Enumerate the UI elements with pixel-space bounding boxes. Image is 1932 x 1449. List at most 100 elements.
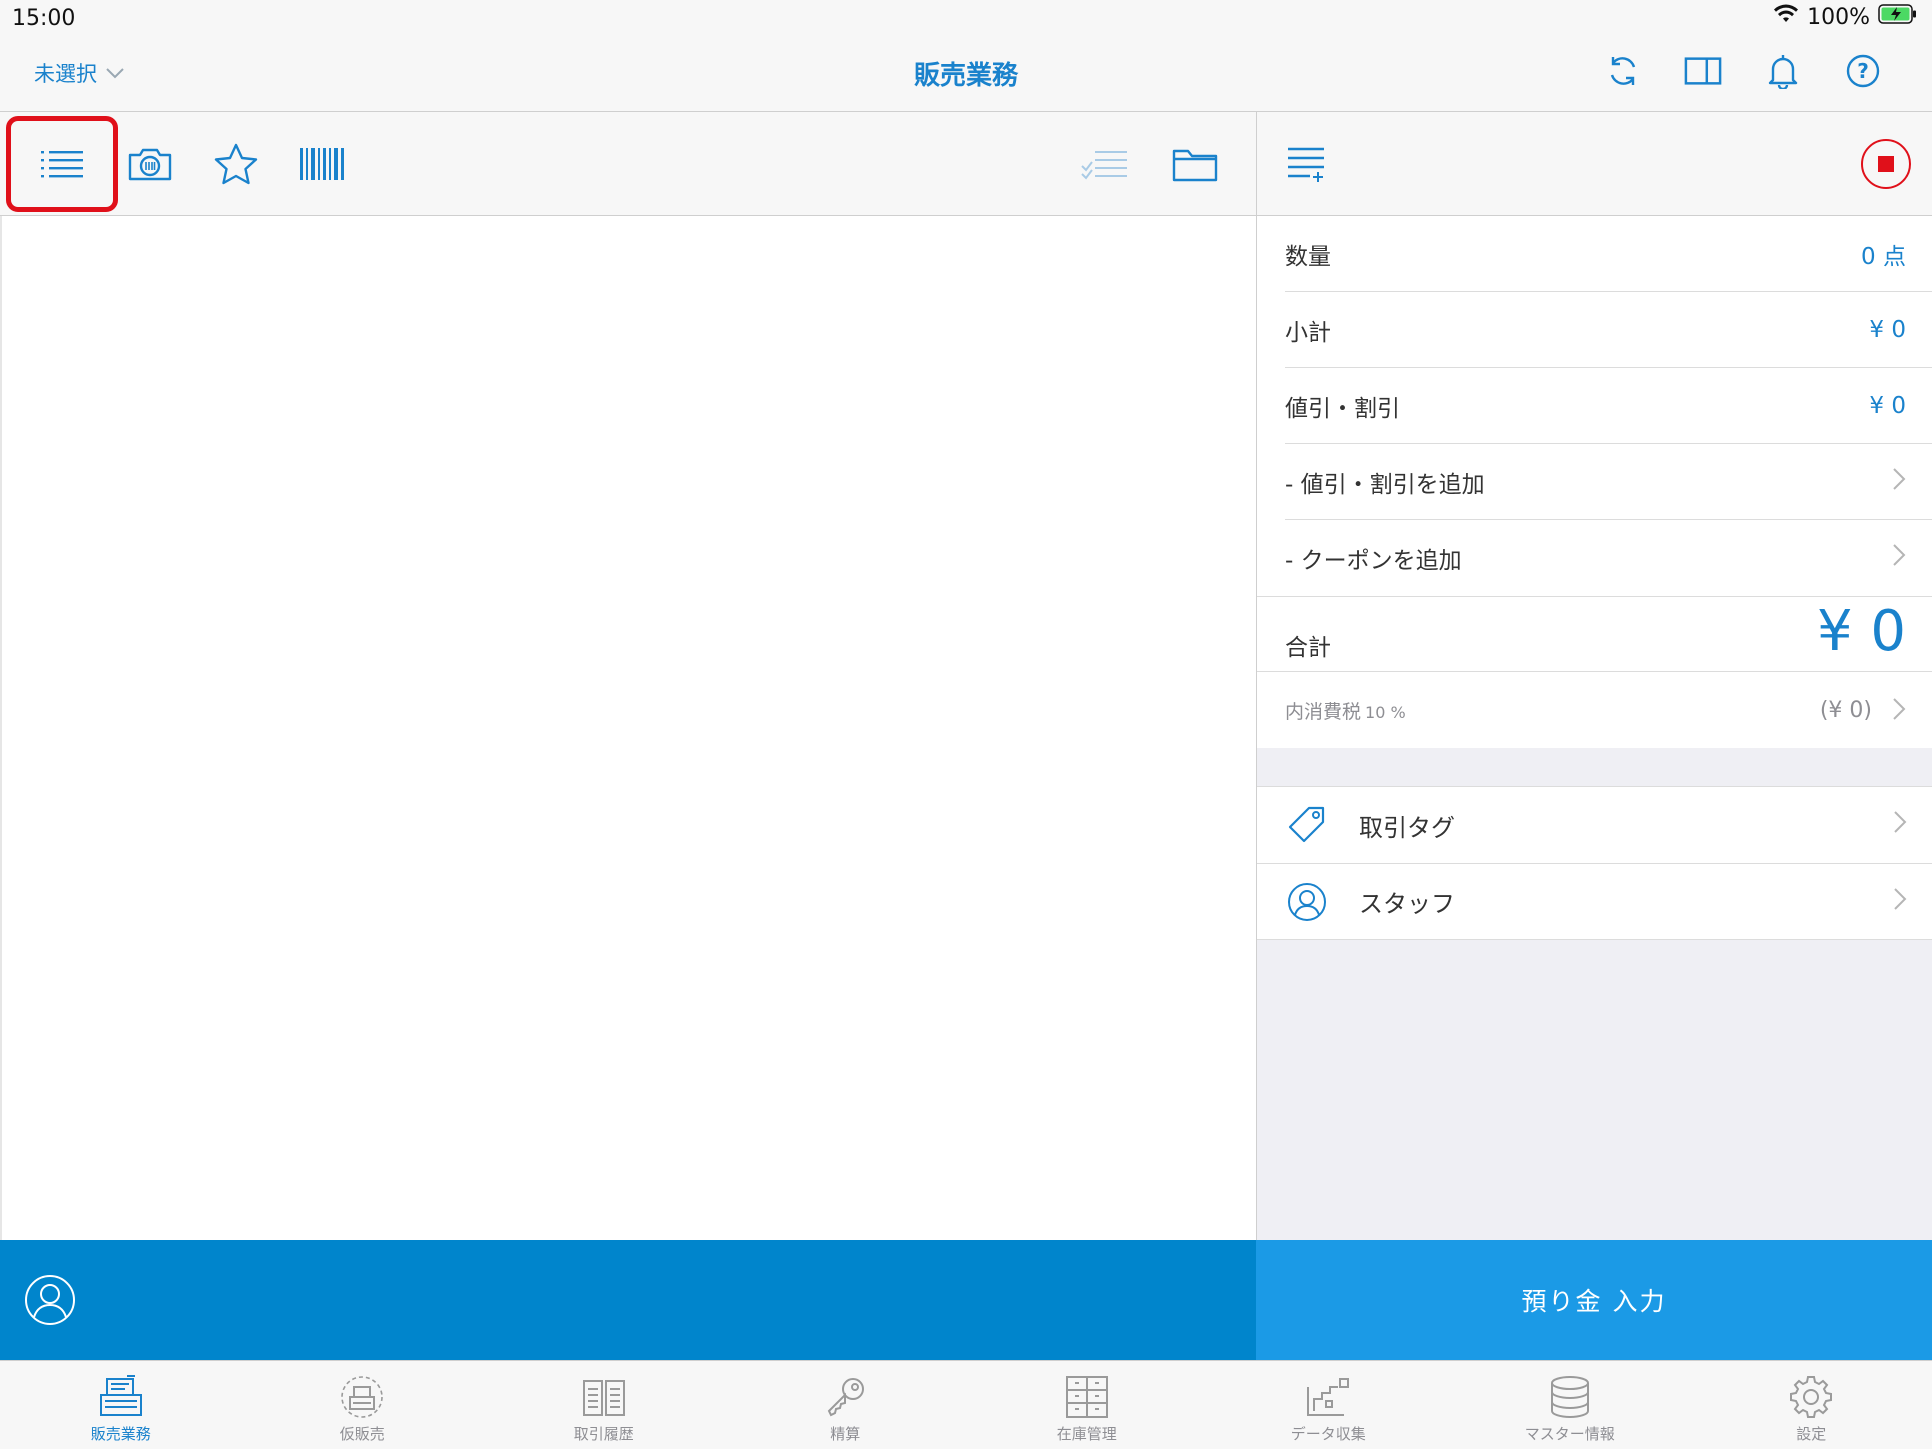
summary-section: 数量 0 点 小計 ¥ 0 値引・割引 ¥ 0 - 値引・割引を追加 - クーポ… <box>1257 216 1932 748</box>
cart-toolbar <box>1256 112 1932 216</box>
staff-label: スタッフ <box>1359 890 1455 918</box>
add-discount-label: - 値引・割引を追加 <box>1285 471 1485 498</box>
tab-settlement[interactable]: 精算 <box>725 1361 967 1449</box>
add-coupon-label: - クーポンを追加 <box>1285 548 1462 574</box>
quantity-label: 数量 <box>1285 243 1331 270</box>
register-icon <box>99 1375 142 1416</box>
temp-sale-icon <box>341 1376 384 1418</box>
list-add-icon <box>1288 147 1324 182</box>
help-button[interactable]: ? <box>1844 52 1882 90</box>
discount-value: ¥ 0 <box>1869 392 1906 419</box>
list-icon <box>41 151 83 178</box>
chevron-right-icon <box>1893 468 1906 490</box>
tab-settings[interactable]: 設定 <box>1691 1361 1932 1449</box>
customer-bar <box>0 1240 1256 1360</box>
camera-icon <box>128 148 172 181</box>
camera-scan-button[interactable] <box>120 112 180 216</box>
store-selector-label: 未選択 <box>34 62 97 86</box>
tab-bar: 販売業務 仮販売 取引履歴 精算 在庫管理 データ収集 マスター情報 設定 <box>0 1360 1932 1449</box>
tab-label: 販売業務 <box>90 1425 151 1443</box>
staff-icon <box>1288 883 1326 921</box>
tab-master-info[interactable]: マスター情報 <box>1449 1361 1691 1449</box>
battery-charging-icon <box>1878 4 1918 30</box>
help-icon: ? <box>1846 54 1880 88</box>
stop-button[interactable] <box>1857 112 1915 216</box>
checklist-button[interactable] <box>1076 112 1132 216</box>
battery-percent: 100% <box>1807 4 1870 30</box>
staff-row[interactable]: スタッフ <box>1257 863 1932 939</box>
total-value: ¥ 0 <box>1816 599 1906 664</box>
deposit-input-button[interactable]: 預り金 入力 <box>1256 1240 1932 1360</box>
tax-rate: 10 % <box>1365 702 1406 722</box>
tax-row[interactable]: 内消費税 10 % (¥ 0) <box>1285 672 1932 748</box>
notification-button[interactable] <box>1764 52 1802 90</box>
tax-label: 内消費税 <box>1285 700 1362 723</box>
add-discount-row[interactable]: - 値引・割引を追加 <box>1285 444 1932 520</box>
tab-label: データ収集 <box>1290 1425 1366 1443</box>
bell-icon <box>1768 55 1798 89</box>
checklist-icon <box>1081 151 1127 180</box>
total-row: 合計 ¥ 0 <box>1257 596 1932 672</box>
add-coupon-row[interactable]: - クーポンを追加 <box>1285 520 1932 596</box>
transaction-tag-row[interactable]: 取引タグ <box>1257 787 1932 863</box>
total-label: 合計 <box>1285 635 1331 661</box>
favorites-button[interactable] <box>206 112 266 216</box>
stop-icon <box>1861 139 1911 189</box>
tab-history[interactable]: 取引履歴 <box>483 1361 725 1449</box>
status-time: 15:00 <box>12 6 76 31</box>
add-list-button[interactable] <box>1277 112 1335 216</box>
svg-text:?: ? <box>1857 59 1869 83</box>
product-list-area <box>0 216 1256 1240</box>
subtotal-value: ¥ 0 <box>1869 316 1906 343</box>
gear-icon <box>1790 1376 1833 1418</box>
sync-icon <box>1610 57 1636 85</box>
star-icon <box>214 143 258 185</box>
subtotal-row: 小計 ¥ 0 <box>1285 292 1932 368</box>
split-view-button[interactable] <box>1684 52 1722 90</box>
history-book-icon <box>582 1380 625 1416</box>
tab-sales[interactable]: 販売業務 <box>0 1361 242 1449</box>
cart-summary-panel: 数量 0 点 小計 ¥ 0 値引・割引 ¥ 0 - 値引・割引を追加 - クーポ… <box>1256 216 1932 1240</box>
product-toolbar <box>0 112 1256 216</box>
barcode-button[interactable] <box>292 112 352 216</box>
tag-icon <box>1288 806 1325 843</box>
discount-row: 値引・割引 ¥ 0 <box>1285 368 1932 444</box>
tab-label: 取引履歴 <box>573 1425 634 1443</box>
discount-label: 値引・割引 <box>1285 395 1400 422</box>
store-selector[interactable]: 未選択 <box>34 58 125 88</box>
barcode-icon <box>300 148 344 180</box>
quantity-value: 0 点 <box>1861 243 1906 270</box>
status-bar: 15:00 100% <box>0 0 1932 38</box>
chevron-right-icon <box>1894 811 1907 833</box>
page-title: 販売業務 <box>913 61 1018 91</box>
sync-button[interactable] <box>1604 52 1642 90</box>
inventory-icon <box>1065 1376 1108 1418</box>
chevron-right-icon <box>1893 544 1906 566</box>
chevron-right-icon <box>1893 698 1906 720</box>
data-collection-icon <box>1307 1378 1350 1416</box>
wifi-icon <box>1773 4 1799 30</box>
key-icon <box>828 1378 865 1417</box>
subtotal-label: 小計 <box>1285 319 1331 346</box>
tab-label: 設定 <box>1796 1425 1827 1443</box>
deposit-input-label: 預り金 入力 <box>1521 1287 1667 1316</box>
tax-value: (¥ 0) <box>1819 697 1872 723</box>
chevron-down-icon <box>106 68 124 79</box>
tab-data-collection[interactable]: データ収集 <box>1208 1361 1450 1449</box>
customer-button[interactable] <box>24 1274 76 1330</box>
transaction-tag-label: 取引タグ <box>1359 813 1455 842</box>
customer-avatar-icon <box>25 1275 75 1325</box>
tab-label: マスター情報 <box>1524 1425 1615 1443</box>
chevron-right-icon <box>1894 888 1907 910</box>
folder-icon <box>1172 149 1218 182</box>
tab-label: 在庫管理 <box>1056 1425 1117 1443</box>
list-view-button[interactable] <box>22 112 102 216</box>
quantity-row: 数量 0 点 <box>1285 216 1932 292</box>
split-panel-icon <box>1684 57 1722 85</box>
folder-button[interactable] <box>1164 112 1226 216</box>
database-icon <box>1550 1376 1589 1419</box>
tab-temp-sale[interactable]: 仮販売 <box>242 1361 484 1449</box>
tab-inventory[interactable]: 在庫管理 <box>966 1361 1208 1449</box>
nav-bar: 未選択 販売業務 ? <box>0 38 1932 112</box>
tab-label: 仮販売 <box>339 1425 385 1443</box>
